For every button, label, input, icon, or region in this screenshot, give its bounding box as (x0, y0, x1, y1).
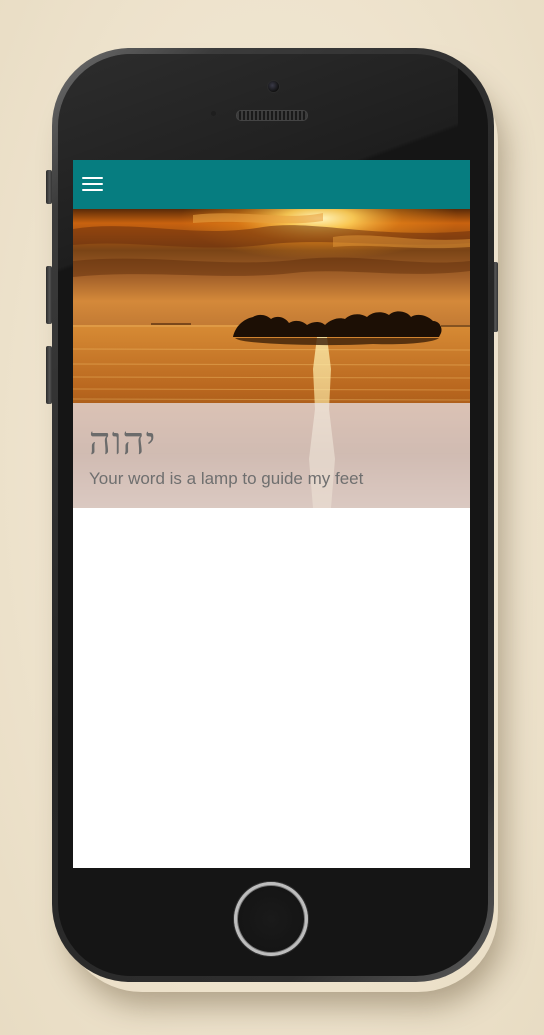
earpiece-speaker (236, 110, 308, 121)
main-content (73, 508, 470, 868)
app-screen: יהוה Your word is a lamp to guide my fee… (73, 160, 470, 868)
front-camera (267, 80, 280, 93)
proximity-sensor (211, 111, 216, 116)
hero-caption-overlay: יהוה Your word is a lamp to guide my fee… (73, 403, 470, 508)
home-button-icon[interactable] (234, 882, 308, 956)
hamburger-menu-icon[interactable] (81, 174, 105, 194)
page-background: יהוה Your word is a lamp to guide my fee… (0, 0, 544, 1035)
hero-title: יהוה (89, 419, 157, 463)
hero-banner: יהוה Your word is a lamp to guide my fee… (73, 209, 470, 508)
hero-tagline: Your word is a lamp to guide my feet (89, 469, 364, 488)
app-bar (73, 160, 470, 209)
